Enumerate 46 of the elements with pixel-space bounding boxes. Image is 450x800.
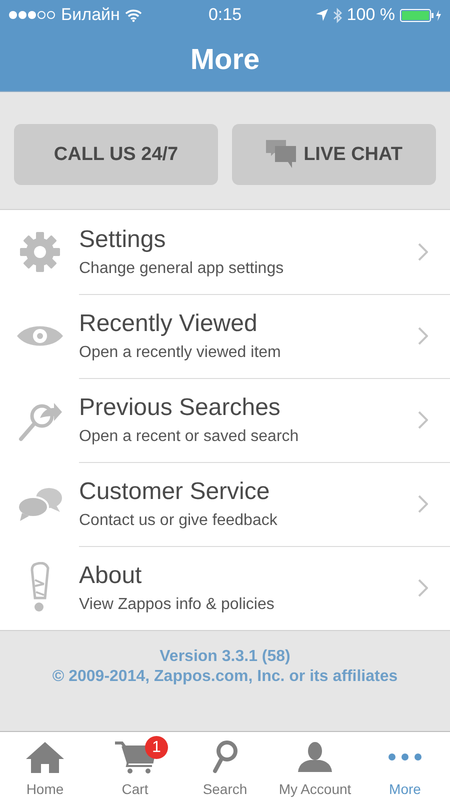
call-button[interactable]: CALL US 24/7 [14, 124, 218, 185]
tab[interactable]: More [360, 732, 450, 800]
menu-item[interactable]: Recently Viewed Open a recently viewed item [0, 294, 450, 378]
tab[interactable]: Search [180, 732, 270, 800]
search-icon [212, 740, 238, 774]
location-arrow-icon [316, 9, 328, 21]
gear-icon [18, 231, 60, 273]
tab[interactable]: Home [0, 732, 90, 800]
menu-item-title: Previous Searches [79, 394, 280, 422]
more-dots-icon [388, 753, 422, 761]
speech-bubbles-icon [18, 487, 62, 521]
battery-percent: 100 % [346, 5, 395, 25]
menu-item-subtitle: Contact us or give feedback [79, 512, 278, 530]
person-icon [298, 742, 332, 772]
menu-item-title: About [79, 562, 142, 590]
chevron-icon [418, 495, 428, 513]
cart-count-badge: 1 [145, 736, 168, 759]
menu-item[interactable]: Customer Service Contact us or give feedback [0, 462, 450, 546]
live-chat-button[interactable]: LIVE CHAT [232, 124, 436, 185]
menu-item[interactable]: Settings Change general app settings [0, 210, 450, 294]
home-icon [25, 741, 65, 773]
menu-item[interactable]: Previous Searches Open a recent or saved search [0, 378, 450, 462]
chevron-icon [418, 579, 428, 597]
signal-icon [8, 10, 56, 20]
menu-item-title: Customer Service [79, 478, 270, 506]
bluetooth-icon [332, 8, 342, 22]
battery-charging-icon [400, 8, 442, 22]
menu-item-subtitle: Open a recent or saved search [79, 428, 299, 446]
chevron-icon [418, 327, 428, 345]
carrier-name: Билайн [61, 5, 120, 25]
chat-bubbles-icon [266, 140, 296, 169]
menu-item-subtitle: Open a recently viewed item [79, 344, 281, 362]
menu-item-subtitle: Change general app settings [79, 260, 284, 278]
clock: 0:15 [208, 5, 242, 25]
wifi-icon [124, 8, 142, 22]
tab[interactable]: 1 Cart [90, 732, 180, 800]
screen-title: More [190, 44, 260, 77]
menu-item-subtitle: View Zappos info & policies [79, 596, 274, 614]
chevron-icon [418, 243, 428, 261]
menu-item-title: Settings [79, 226, 166, 254]
copyright-text: © 2009-2014, Zappos.com, Inc. or its affiliates [52, 668, 398, 686]
chevron-icon [418, 411, 428, 429]
version-text: Version 3.3.1 (58) [160, 648, 290, 666]
menu-item-title: Recently Viewed [79, 310, 258, 338]
menu-item[interactable]: About View Zappos info & policies [0, 546, 450, 630]
tab[interactable]: My Account [270, 732, 360, 800]
